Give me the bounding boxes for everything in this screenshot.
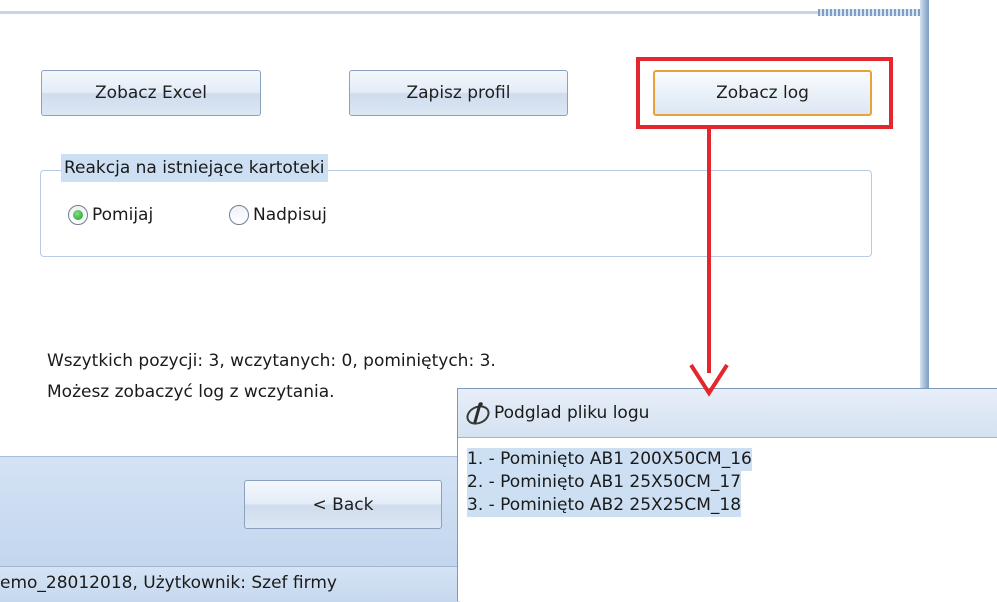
dialog-top-edge bbox=[0, 0, 925, 14]
log-line: 1. - Pominięto AB1 200X50CM_16 bbox=[467, 448, 752, 471]
dialog-resize-grip bbox=[818, 9, 924, 16]
log-viewer-window: Podglad pliku logu 1. - Pominięto AB1 20… bbox=[457, 388, 997, 601]
radio-selected-dot bbox=[73, 210, 83, 220]
existing-records-group-title: Reakcja na istniejące kartoteki bbox=[61, 154, 328, 182]
status-bar-text: emo_28012018, Użytkownik: Szef firmy bbox=[0, 573, 337, 593]
log-hint: Możesz zobaczyć log z wczytania. bbox=[47, 382, 335, 402]
view-excel-button[interactable]: Zobacz Excel bbox=[41, 70, 261, 116]
log-viewer-title: Podglad pliku logu bbox=[494, 403, 650, 423]
save-profile-button[interactable]: Zapisz profil bbox=[349, 70, 568, 116]
app-logo-icon bbox=[466, 402, 490, 425]
radio-overwrite-label[interactable]: Nadpisuj bbox=[253, 205, 327, 225]
radio-overwrite-circle[interactable] bbox=[229, 205, 249, 225]
back-button[interactable]: < Back bbox=[244, 480, 442, 529]
log-line: 3. - Pominięto AB2 25X25CM_18 bbox=[467, 494, 742, 517]
radio-overwrite[interactable]: Nadpisuj bbox=[229, 201, 327, 229]
log-content[interactable]: 1. - Pominięto AB1 200X50CM_16 2. - Pomi… bbox=[467, 448, 752, 517]
radio-skip[interactable]: Pomijaj bbox=[68, 201, 153, 229]
dialog-right-border bbox=[920, 0, 929, 395]
status-bar: emo_28012018, Użytkownik: Szef firmy bbox=[0, 566, 460, 602]
annotation-arrow-line bbox=[707, 129, 711, 373]
radio-skip-circle[interactable] bbox=[68, 205, 88, 225]
annotation-arrow-head bbox=[689, 363, 729, 397]
existing-records-group bbox=[40, 170, 872, 257]
highlight-box bbox=[636, 57, 893, 129]
radio-skip-label[interactable]: Pomijaj bbox=[92, 205, 153, 225]
log-line: 2. - Pominięto AB1 25X50CM_17 bbox=[467, 471, 742, 494]
import-summary: Wszytkich pozycji: 3, wczytanych: 0, pom… bbox=[47, 351, 496, 371]
